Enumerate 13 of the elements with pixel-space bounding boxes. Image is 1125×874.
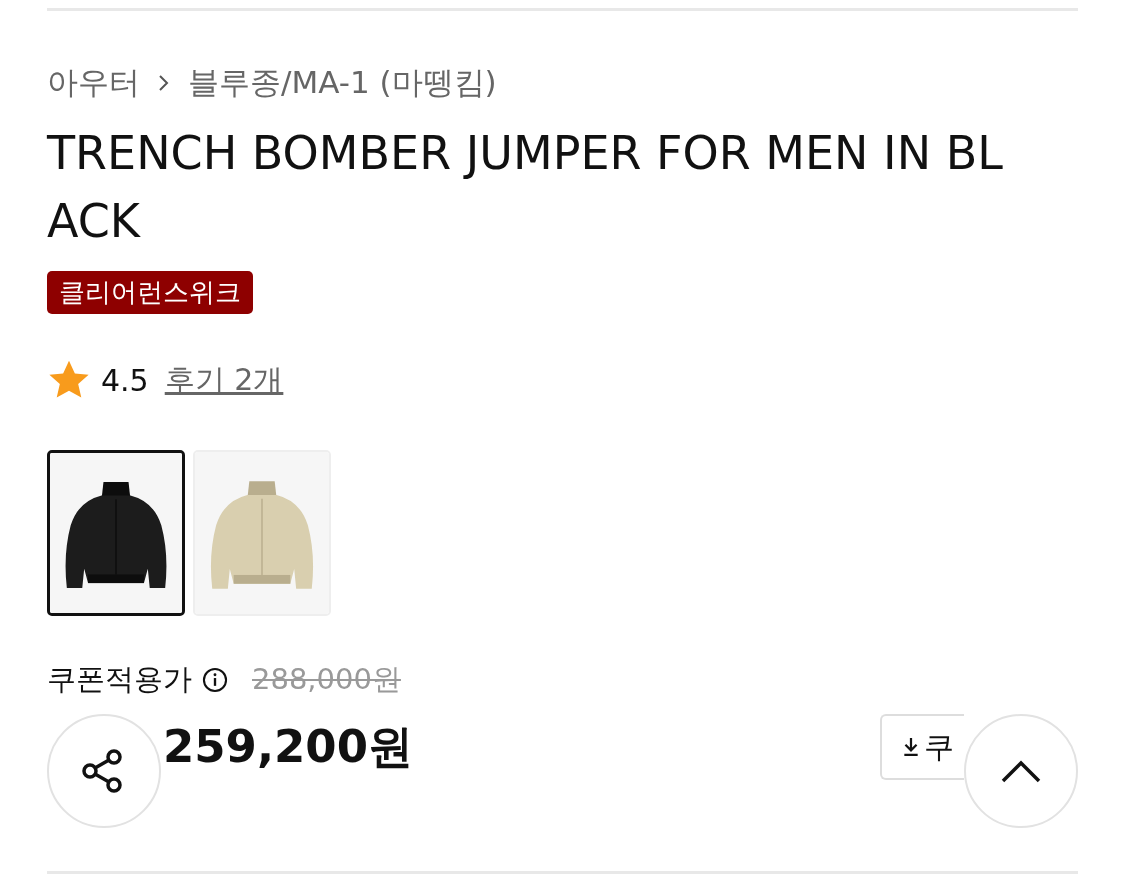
price-label: 쿠폰적용가 xyxy=(47,661,192,698)
coupon-button[interactable]: 쿠 xyxy=(880,714,964,780)
product-title: TRENCH BOMBER JUMPER FOR MEN IN BLACK xyxy=(47,125,1004,250)
reviews-link[interactable]: 후기 2개 xyxy=(164,359,284,401)
download-icon xyxy=(902,737,920,757)
chevron-right-icon xyxy=(158,73,170,93)
rating-score: 4.5 xyxy=(101,362,149,398)
sale-price: 259,200원 xyxy=(163,719,413,775)
breadcrumb-link[interactable]: 아우터 xyxy=(47,62,140,104)
info-icon[interactable] xyxy=(202,667,228,693)
breadcrumb-link[interactable]: 블루종/MA-1 (마뗑킴) xyxy=(188,62,497,104)
original-price: 288,000원 xyxy=(252,661,401,698)
sale-tag: 클리어런스위크 xyxy=(47,271,253,314)
